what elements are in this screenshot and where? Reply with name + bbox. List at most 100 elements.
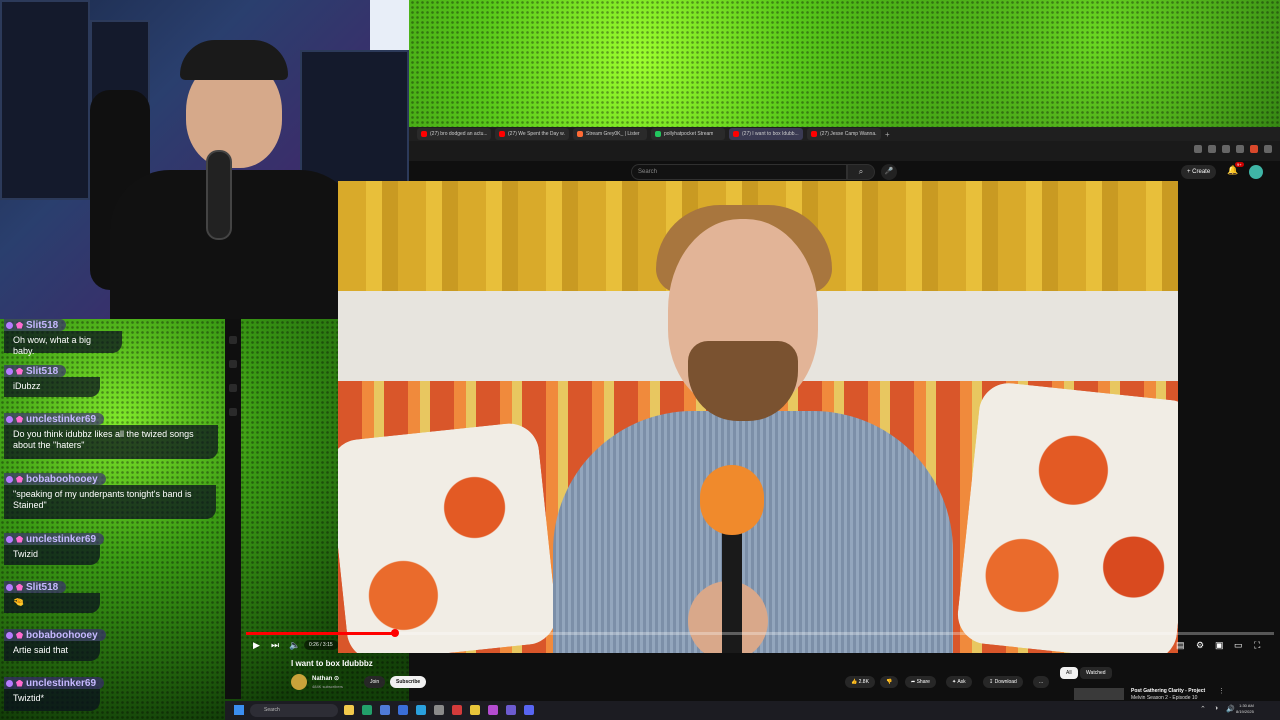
you-icon[interactable] bbox=[229, 408, 237, 416]
chat-message-text: Twizid bbox=[13, 549, 39, 559]
create-button[interactable]: + Create bbox=[1181, 165, 1217, 179]
app-icon[interactable] bbox=[452, 705, 462, 715]
extension-icon[interactable] bbox=[1236, 145, 1244, 153]
browser-tab[interactable]: (27) Jesse Camp Wanna... bbox=[807, 128, 881, 140]
address-bar[interactable] bbox=[409, 141, 1280, 161]
browser-tab[interactable]: Stream Grey0K_ | Lister bbox=[573, 128, 647, 140]
download-button[interactable]: ↧ Download bbox=[983, 676, 1023, 688]
fullscreen-icon[interactable]: ⛶ bbox=[1254, 640, 1260, 651]
home-icon[interactable] bbox=[229, 336, 237, 344]
chat-username-row[interactable]: Slit518 bbox=[4, 319, 67, 331]
more-actions-button[interactable]: ... bbox=[1033, 676, 1050, 688]
download-label: Download bbox=[994, 679, 1017, 685]
chat-message: Twiztid* bbox=[4, 689, 100, 711]
chat-username[interactable]: unclestinker69 bbox=[26, 414, 96, 425]
taskbar-search[interactable]: Search bbox=[250, 704, 338, 717]
badge-icon bbox=[6, 475, 13, 483]
browser-tab[interactable]: pollyhatpocket Stream bbox=[651, 128, 725, 140]
chat-username[interactable]: unclestinker69 bbox=[26, 534, 96, 545]
video-player[interactable] bbox=[338, 181, 1178, 653]
chip-watched[interactable]: Watched bbox=[1080, 667, 1112, 679]
miniplayer-icon[interactable]: ▣ bbox=[1215, 640, 1224, 651]
next-icon[interactable]: ⏭ bbox=[271, 640, 279, 651]
badge-icon bbox=[6, 415, 13, 423]
search-input[interactable]: Search bbox=[631, 164, 847, 180]
taskbar-clock[interactable]: 1:30 AM 8/19/2025 bbox=[1236, 703, 1254, 715]
kebab-menu-icon[interactable]: ⋮ bbox=[1218, 687, 1225, 695]
progress-bar[interactable] bbox=[246, 629, 1274, 637]
volume-icon[interactable]: 🔈 bbox=[289, 640, 300, 651]
browser-tab[interactable]: (27) I want to box Idubb... bbox=[729, 128, 803, 140]
speaker-icon[interactable]: 🔊 bbox=[1226, 705, 1235, 713]
extension-icon[interactable] bbox=[1222, 145, 1230, 153]
browser-tab[interactable]: (27) We Spent the Day w... bbox=[495, 128, 569, 140]
ask-button[interactable]: ✦ Ask bbox=[946, 676, 972, 688]
subscriptions-icon[interactable] bbox=[229, 384, 237, 392]
chat-username-row[interactable]: unclestinker69 bbox=[4, 413, 105, 425]
chat-username-row[interactable]: Slit518 bbox=[4, 581, 67, 593]
chat-username[interactable]: Slit518 bbox=[26, 582, 58, 593]
subscribe-button[interactable]: Subscribe bbox=[390, 676, 427, 688]
channel-name[interactable]: Nathan ⊙ bbox=[312, 675, 339, 682]
wifi-icon[interactable]: ◑ bbox=[1214, 705, 1218, 712]
app-icon[interactable] bbox=[434, 705, 444, 715]
chat-message: iDubzz bbox=[4, 377, 100, 397]
extension-icon[interactable] bbox=[1194, 145, 1202, 153]
extension-icon[interactable] bbox=[1208, 145, 1216, 153]
recommended-title[interactable]: Post Gathering Clarity - Project bbox=[1131, 688, 1205, 694]
gear-icon[interactable]: ⚙ bbox=[1196, 640, 1204, 651]
theater-icon[interactable]: ▭ bbox=[1234, 640, 1243, 651]
favicon-icon bbox=[733, 131, 739, 137]
share-button[interactable]: ➦ Share bbox=[905, 676, 936, 688]
join-button[interactable]: Join bbox=[364, 676, 386, 688]
channel-avatar[interactable] bbox=[291, 674, 307, 690]
shorts-icon[interactable] bbox=[229, 360, 237, 368]
menu-icon[interactable] bbox=[1264, 145, 1272, 153]
chat-username-row[interactable]: unclestinker69 bbox=[4, 677, 105, 689]
chat-username[interactable]: bobaboohooey bbox=[26, 630, 98, 641]
tab-title: (27) bro dodged an actu... bbox=[430, 131, 487, 137]
badge-icon bbox=[16, 679, 23, 687]
captions-icon[interactable]: ▤ bbox=[1176, 640, 1185, 651]
avatar[interactable] bbox=[1249, 165, 1263, 179]
progress-scrubber[interactable] bbox=[391, 629, 400, 637]
chat-username-row[interactable]: unclestinker69 bbox=[4, 533, 105, 545]
chip-all[interactable]: All bbox=[1060, 667, 1078, 679]
telegram-icon[interactable] bbox=[416, 705, 426, 715]
app-icon[interactable] bbox=[398, 705, 408, 715]
tray-chevron-icon[interactable]: ⌃ bbox=[1200, 705, 1206, 713]
chat-username[interactable]: Slit518 bbox=[26, 366, 58, 377]
extension-icon[interactable] bbox=[1250, 145, 1258, 153]
recommended-thumbnail[interactable] bbox=[1074, 688, 1124, 700]
app-icon[interactable] bbox=[488, 705, 498, 715]
thumbs-down-icon: 👎 bbox=[886, 679, 893, 685]
search-icon[interactable]: ⌕ bbox=[847, 164, 875, 180]
discord-icon[interactable] bbox=[524, 705, 534, 715]
bookshelf bbox=[0, 0, 90, 200]
new-tab-button[interactable]: + bbox=[885, 130, 890, 139]
chrome-icon[interactable] bbox=[362, 705, 372, 715]
app-icon[interactable] bbox=[470, 705, 480, 715]
favicon-icon bbox=[811, 131, 817, 137]
chat-username-row[interactable]: bobaboohooey bbox=[4, 473, 106, 485]
chat-username[interactable]: unclestinker69 bbox=[26, 678, 96, 689]
streamer-cap bbox=[180, 40, 288, 80]
badge-icon bbox=[16, 583, 23, 591]
chat-username[interactable]: bobaboohooey bbox=[26, 474, 98, 485]
subscriber-count: 484K subscribers bbox=[312, 684, 343, 689]
chat-message-text: 🤏 bbox=[13, 597, 25, 607]
dislike-button[interactable]: 👎 bbox=[880, 676, 899, 688]
windows-start-icon[interactable] bbox=[234, 705, 244, 715]
video-mic-head bbox=[700, 465, 764, 535]
file-explorer-icon[interactable] bbox=[344, 705, 354, 715]
microphone-icon[interactable]: 🎤 bbox=[881, 164, 897, 180]
chat-username-row[interactable]: Slit518 bbox=[4, 365, 67, 377]
obs-icon[interactable] bbox=[506, 705, 516, 715]
play-icon[interactable]: ▶ bbox=[253, 640, 260, 651]
browser-tab[interactable]: (27) bro dodged an actu... bbox=[417, 128, 491, 140]
badge-icon bbox=[6, 367, 13, 375]
like-button[interactable]: 👍 2.8K bbox=[845, 676, 875, 688]
chat-username[interactable]: Slit518 bbox=[26, 320, 58, 331]
app-icon[interactable] bbox=[380, 705, 390, 715]
chat-username-row[interactable]: bobaboohooey bbox=[4, 629, 106, 641]
